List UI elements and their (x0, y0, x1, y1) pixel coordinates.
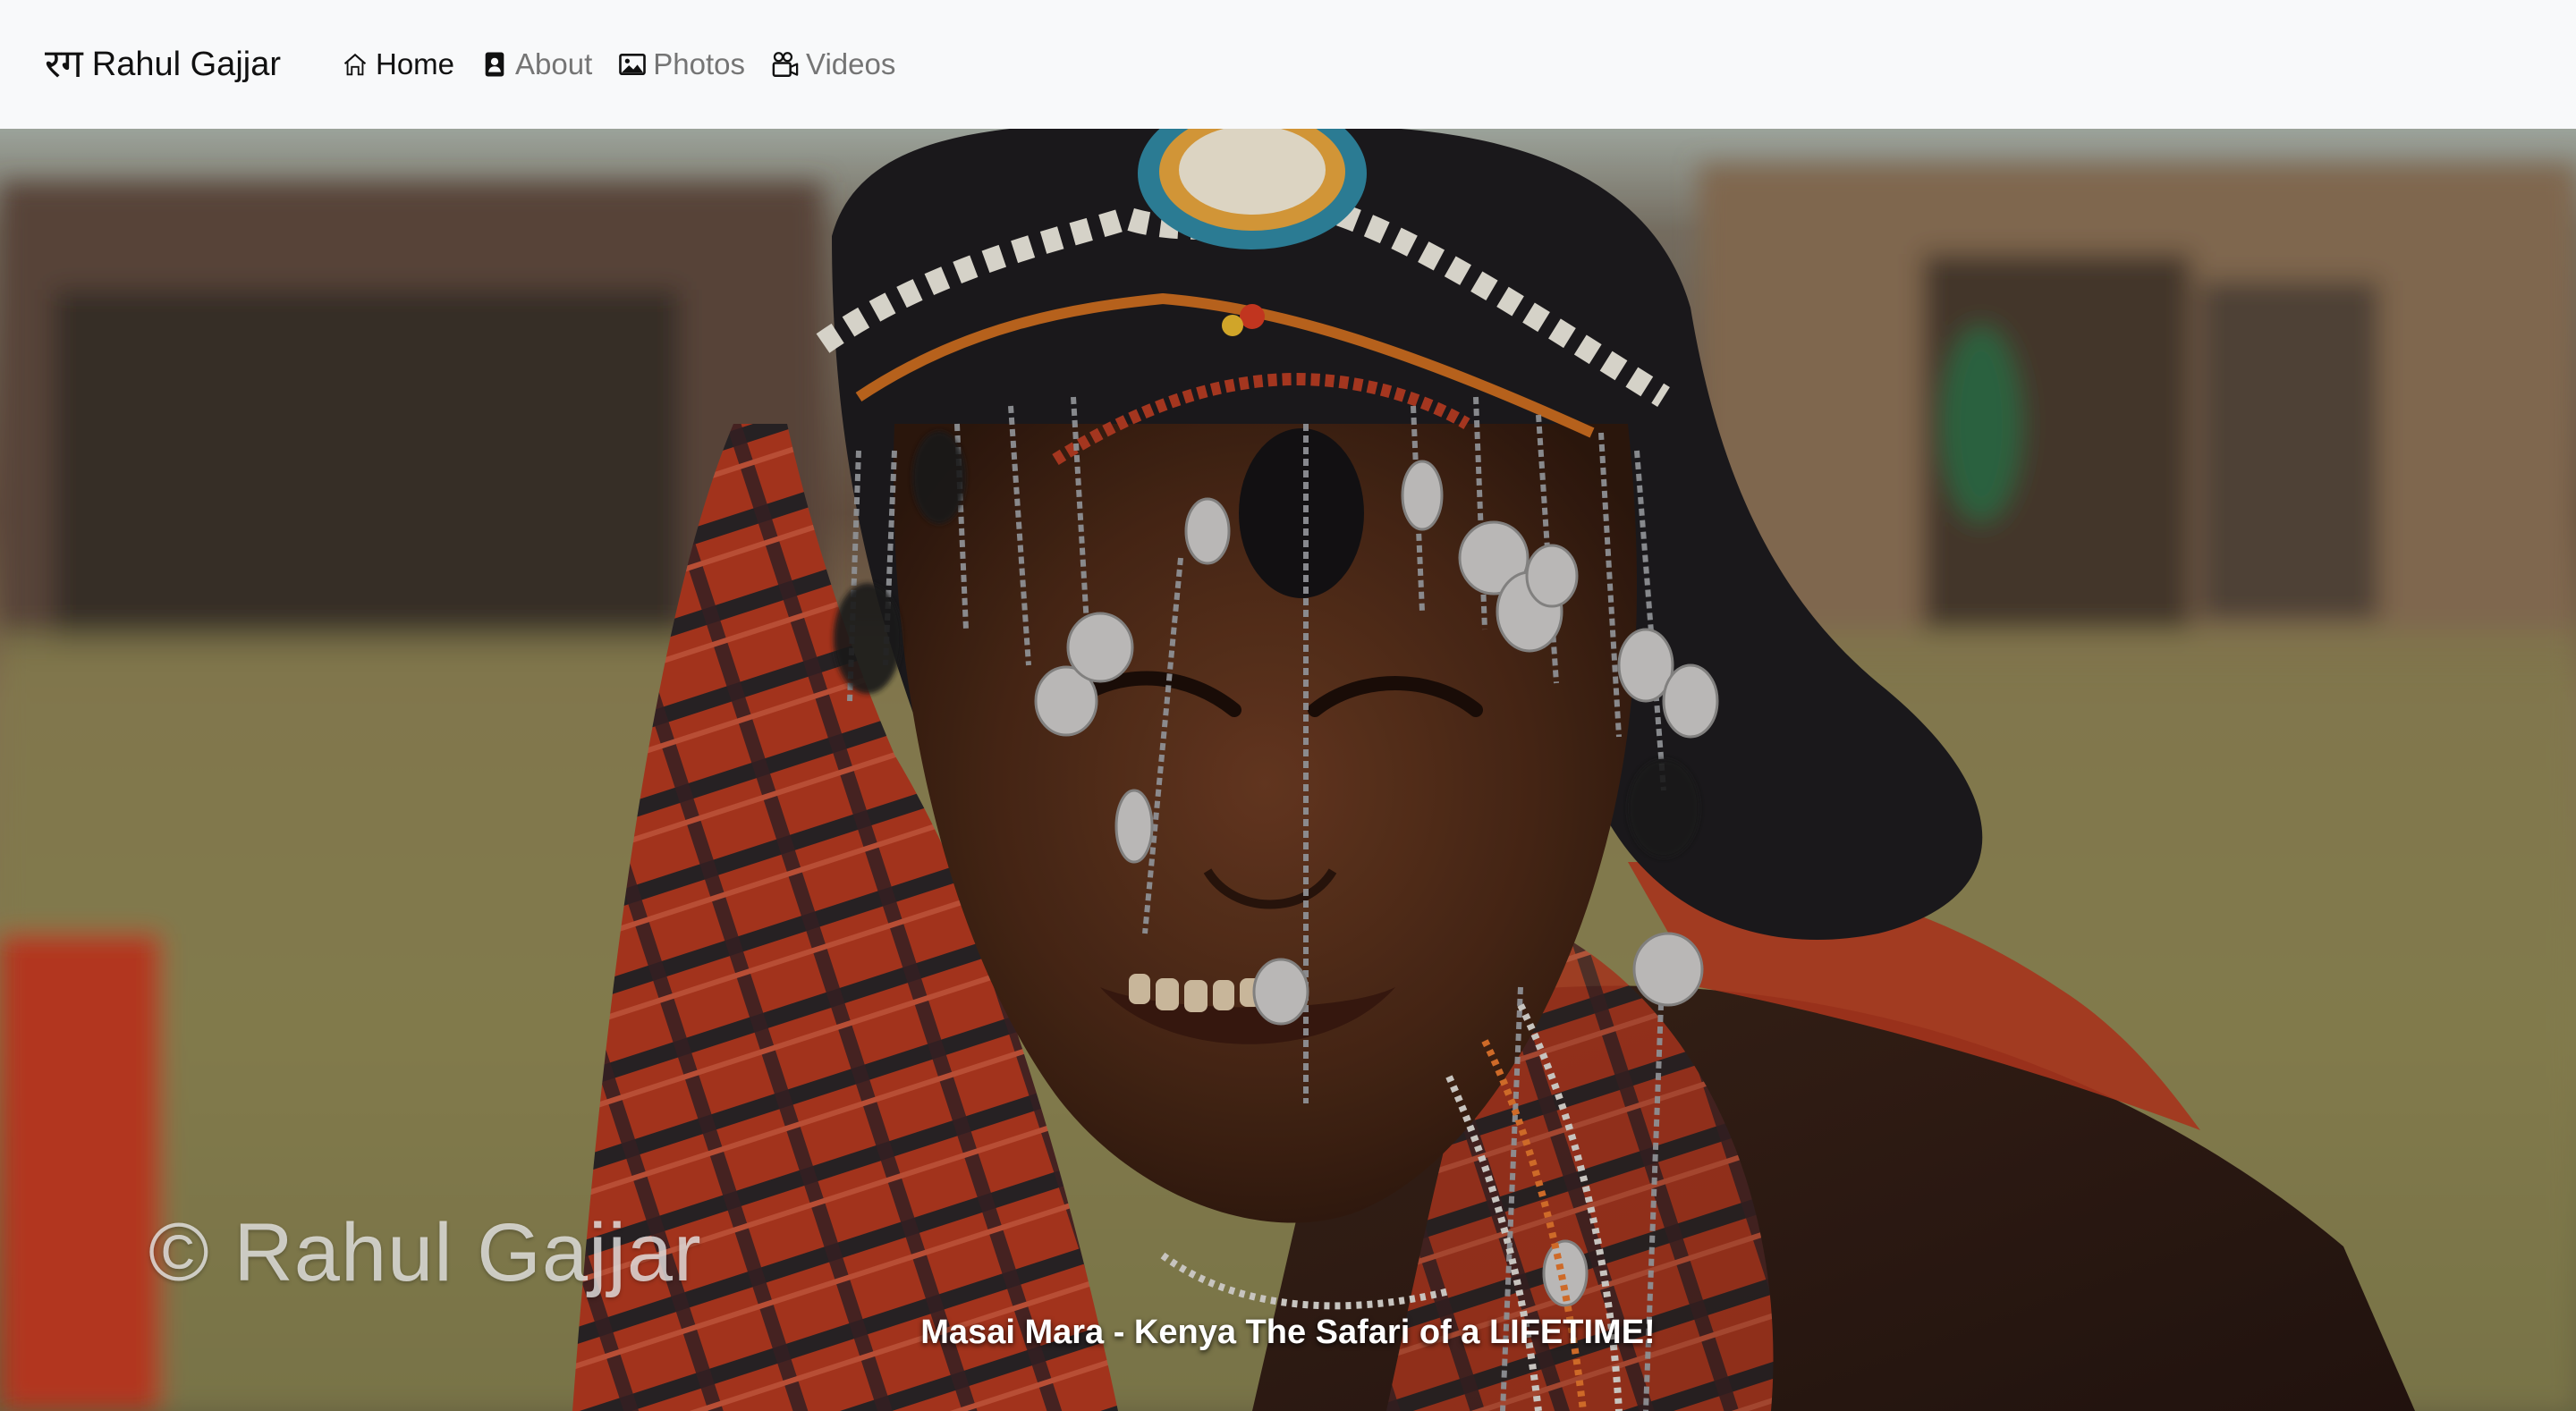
hero-video[interactable]: © Rahul Gajjar Masai Mara - Kenya The Sa… (0, 129, 2576, 1411)
top-navbar: रग Rahul Gajjar Home About Photos Videos (0, 0, 2576, 129)
image-icon (619, 53, 647, 75)
brand-link[interactable]: रग Rahul Gajjar (45, 45, 281, 84)
nav-item-videos[interactable]: Videos (772, 47, 895, 81)
nav-item-label: About (515, 47, 593, 80)
nav-item-label: Home (376, 47, 455, 80)
contact-card-icon (485, 52, 504, 77)
nav-item-about[interactable]: About (481, 47, 592, 81)
camera-reels-icon (772, 52, 799, 77)
brand-name: Rahul Gajjar (91, 45, 281, 83)
nav-item-home[interactable]: Home (342, 47, 454, 81)
nav-item-label: Videos (806, 47, 896, 80)
home-icon (343, 53, 367, 76)
nav-item-label: Photos (653, 47, 746, 80)
video-watermark: © Rahul Gajjar (148, 1207, 702, 1298)
main-nav: Home About Photos Videos (342, 47, 922, 81)
video-caption: Masai Mara - Kenya The Safari of a LIFET… (920, 1314, 1656, 1351)
nav-item-photos[interactable]: Photos (619, 47, 745, 81)
brand-logo-mark: रग (45, 41, 83, 87)
